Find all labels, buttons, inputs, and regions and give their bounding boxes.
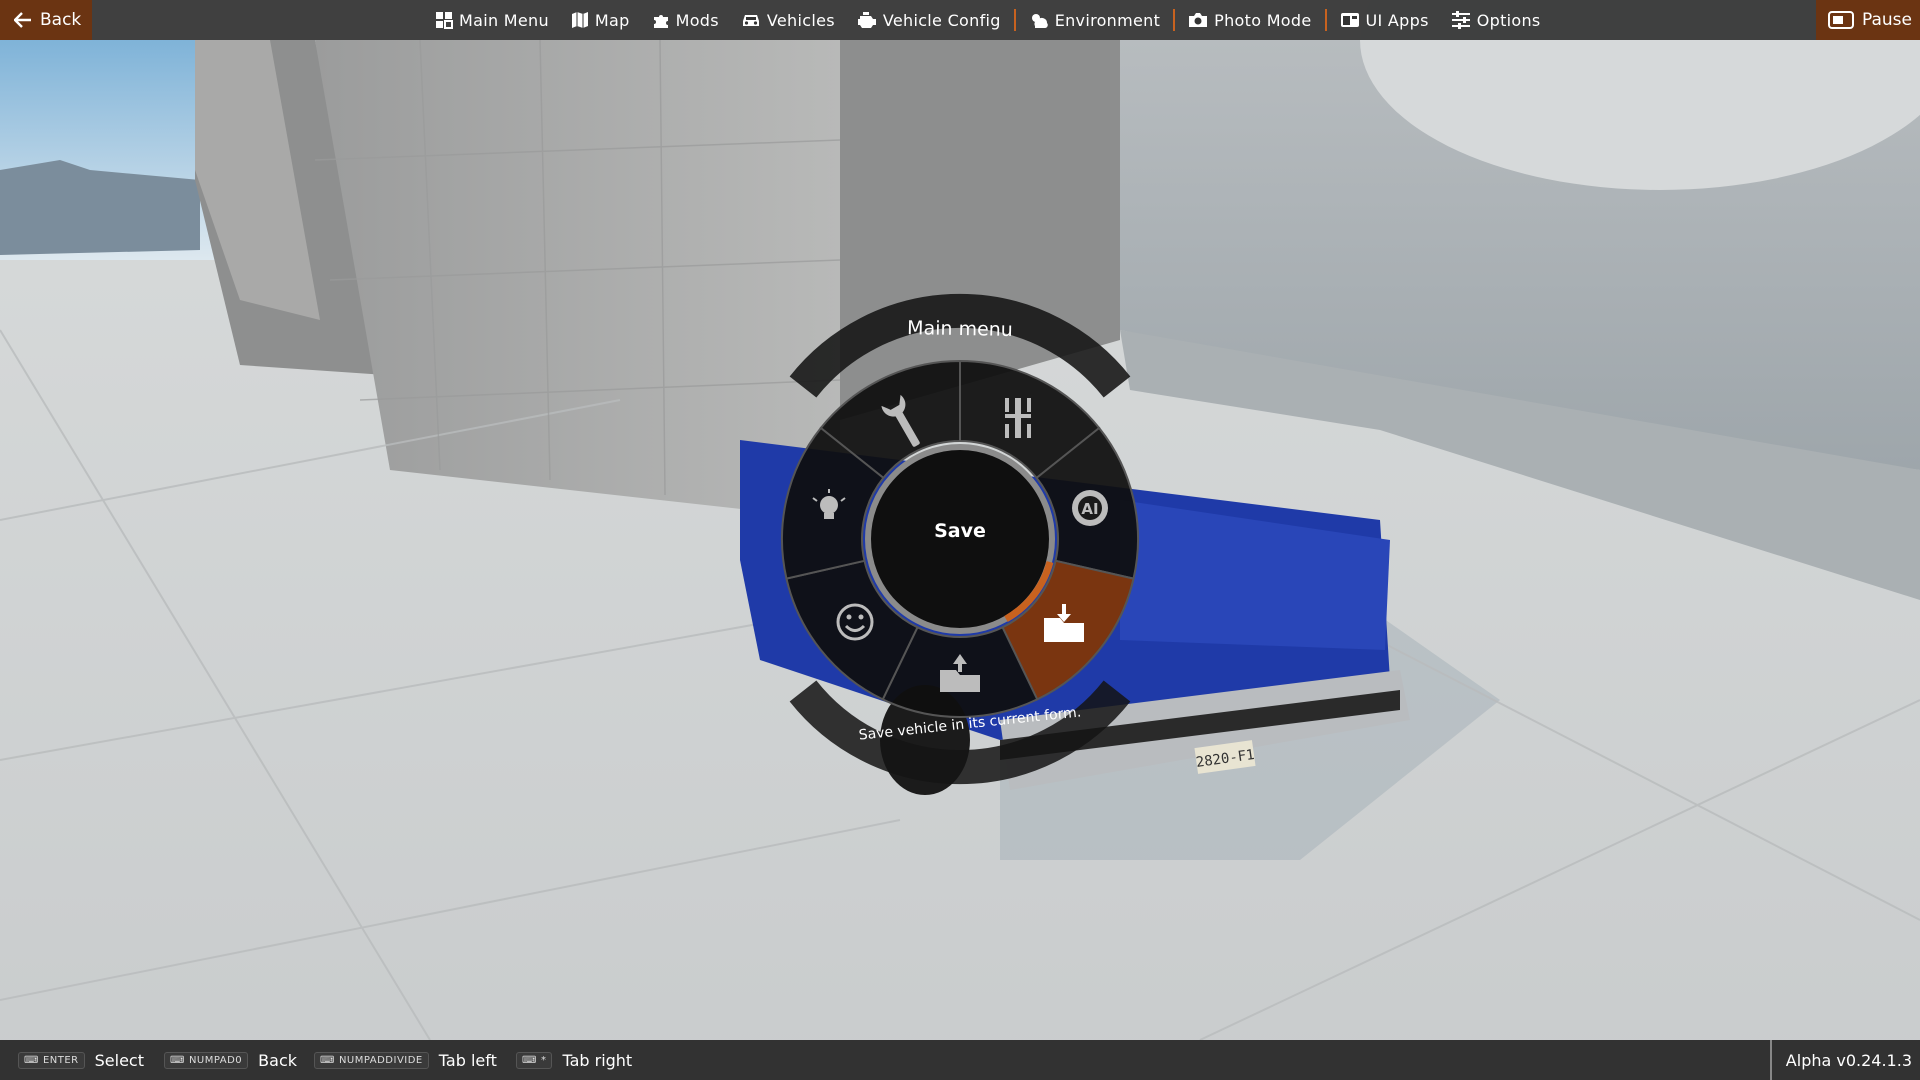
weather-icon — [1031, 14, 1048, 28]
key-label: ENTER — [42, 1054, 79, 1066]
key-label: NUMPADDIVIDE — [338, 1054, 423, 1066]
key-label: NUMPAD0 — [188, 1054, 243, 1066]
nav-ui-apps[interactable]: UI Apps — [1329, 0, 1440, 40]
nav-label: Map — [594, 10, 630, 30]
nav-mods[interactable]: Mods — [641, 0, 730, 40]
hint-label: Back — [258, 1050, 298, 1070]
keyboard-key-icon — [1828, 11, 1854, 29]
pause-label: Pause — [1862, 10, 1912, 30]
key-label: * — [540, 1054, 547, 1066]
top-menu-bar: Back Main Menu Map Mods Vehicles Vehicle… — [0, 0, 1920, 40]
hint-select[interactable]: ⌨ ENTER Select — [18, 1040, 144, 1080]
keycap: ⌨ NUMPADDIVIDE — [314, 1051, 429, 1069]
nav-label: Main Menu — [459, 10, 549, 30]
sliders-icon — [1451, 11, 1470, 29]
arrow-left-icon — [14, 12, 31, 28]
keycap: ⌨ * — [516, 1051, 553, 1069]
keycap: ⌨ ENTER — [18, 1051, 85, 1069]
car-icon — [742, 15, 759, 26]
nav-vehicle-config[interactable]: Vehicle Config — [846, 0, 1012, 40]
main-menu-icon — [436, 12, 453, 29]
hint-back[interactable]: ⌨ NUMPAD0 Back — [164, 1040, 297, 1080]
version-label: Alpha v0.24.1.3 — [1769, 1040, 1912, 1080]
nav-options[interactable]: Options — [1440, 0, 1552, 40]
bottom-hint-bar: ⌨ ENTER Select ⌨ NUMPAD0 Back ⌨ NUMPADDIVID… — [0, 1040, 1920, 1080]
nav-environment[interactable]: Environment — [1018, 0, 1171, 40]
keyboard-icon: ⌨ — [24, 1054, 39, 1066]
back-button[interactable]: Back — [0, 0, 92, 40]
nav-map[interactable]: Map — [560, 0, 641, 40]
hint-label: Tab left — [438, 1050, 497, 1070]
back-label: Back — [40, 10, 82, 30]
nav-label: Vehicle Config — [882, 10, 1001, 30]
hint-tab-left[interactable]: ⌨ NUMPADDIVIDE Tab left — [314, 1040, 497, 1080]
nav-label: Vehicles — [766, 10, 835, 30]
radial-center-label: Save — [934, 520, 986, 542]
nav-label: Environment — [1054, 10, 1161, 30]
keyboard-icon: ⌨ — [320, 1054, 335, 1066]
engine-icon — [857, 12, 876, 28]
nav-divider — [1173, 9, 1176, 31]
camera-icon — [1189, 13, 1208, 27]
hint-label: Tab right — [562, 1050, 633, 1070]
radial-title: Main menu — [906, 317, 1014, 341]
ui-apps-icon — [1340, 13, 1359, 27]
nav-label: UI Apps — [1365, 10, 1429, 30]
map-icon — [571, 12, 588, 28]
keyboard-icon: ⌨ — [170, 1054, 185, 1066]
keycap: ⌨ NUMPAD0 — [164, 1051, 249, 1069]
nav-divider — [1324, 9, 1327, 31]
nav-label: Photo Mode — [1214, 10, 1312, 30]
pause-button[interactable]: Pause — [1816, 0, 1920, 40]
nav-vehicles[interactable]: Vehicles — [730, 0, 846, 40]
main-nav: Main Menu Map Mods Vehicles Vehicle Conf… — [424, 0, 1552, 40]
puzzle-icon — [653, 15, 668, 28]
hint-tab-right[interactable]: ⌨ * Tab right — [516, 1040, 632, 1080]
nav-label: Mods — [675, 10, 719, 30]
nav-photo-mode[interactable]: Photo Mode — [1177, 0, 1322, 40]
keyboard-icon: ⌨ — [522, 1054, 537, 1066]
hint-label: Select — [94, 1050, 144, 1070]
nav-main-menu[interactable]: Main Menu — [424, 0, 560, 40]
nav-divider — [1013, 9, 1016, 31]
nav-label: Options — [1476, 10, 1541, 30]
